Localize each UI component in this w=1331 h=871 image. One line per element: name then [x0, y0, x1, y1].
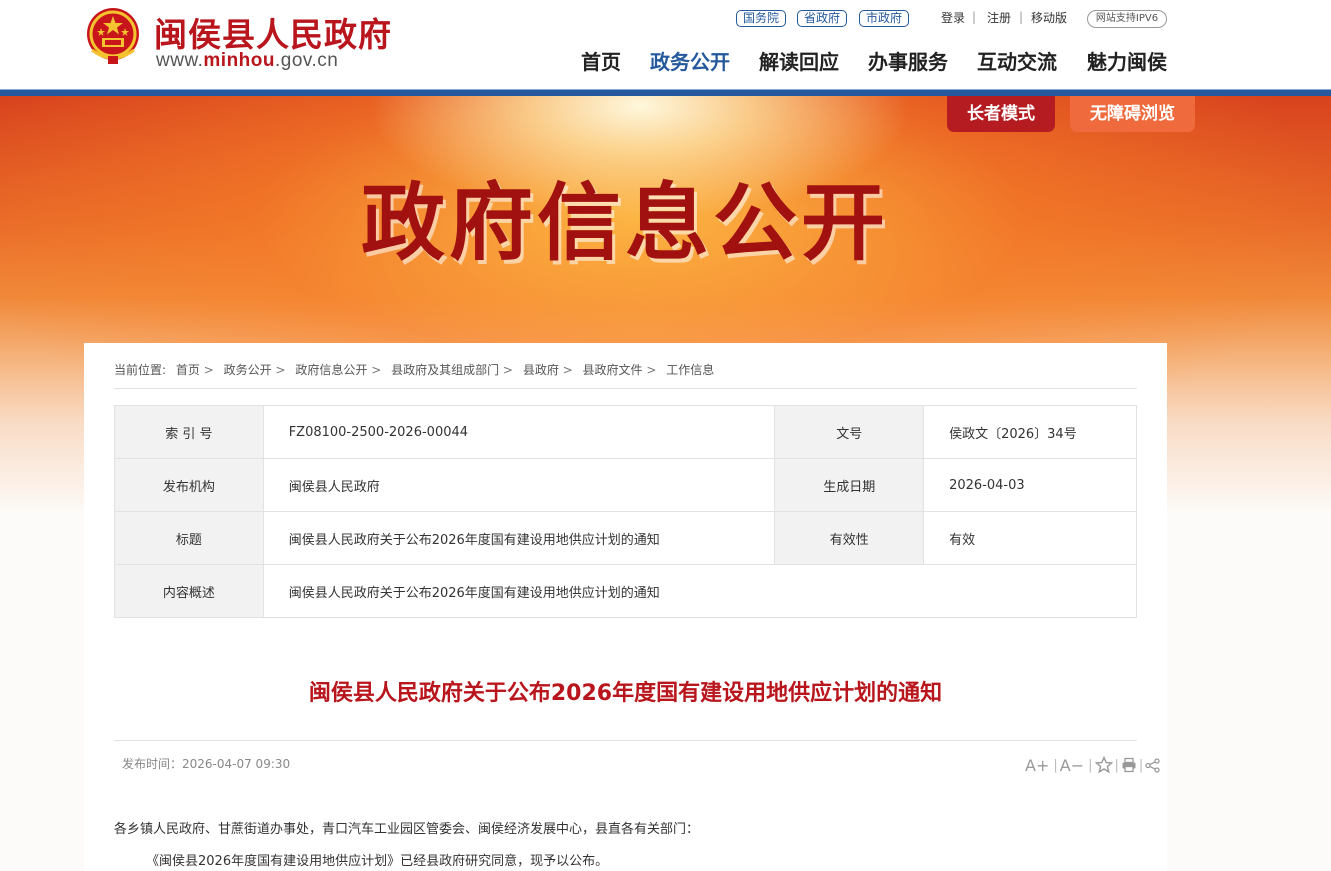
publish-time: 发布时间：2026-04-07 09:30 — [122, 757, 291, 771]
link-separator: | — [972, 10, 977, 24]
mobile-version-link[interactable]: 移动版 — [1031, 10, 1067, 26]
index-no-value: FZ08100-2500-2026-00044 — [262, 405, 776, 459]
nav-interpretation[interactable]: 解读回应 — [759, 46, 839, 75]
register-link[interactable]: 注册 — [987, 10, 1011, 26]
summary-label: 内容概述 — [114, 564, 264, 618]
title-divider — [114, 740, 1137, 741]
elder-mode-button[interactable]: 长者模式 — [947, 96, 1055, 132]
nav-charm-minhou[interactable]: 魅力闽侯 — [1087, 46, 1167, 75]
nav-government-affairs[interactable]: 政务公开 — [650, 46, 730, 75]
title-label: 标题 — [114, 511, 264, 565]
title-value: 闽侯县人民政府关于公布2026年度国有建设用地供应计划的通知 — [262, 511, 776, 565]
article-paragraph: 各乡镇人民政府、甘蔗街道办事处，青口汽车工业园区管委会、闽侯经济发展中心，县直各… — [114, 822, 700, 837]
toolbar-separator: | — [1114, 757, 1119, 773]
validity-label: 有效性 — [774, 511, 925, 565]
toolbar-separator: | — [1138, 757, 1144, 773]
created-date-label: 生成日期 — [774, 458, 925, 512]
breadcrumb-separator: > — [502, 363, 513, 377]
table-row: 索 引 号 FZ08100-2500-2026-00044 文号 侯政文〔202… — [114, 405, 1137, 459]
city-gov-link[interactable]: 市政府 — [859, 10, 910, 27]
table-row: 发布机构 闽侯县人民政府 生成日期 2026-04-03 — [114, 458, 1137, 512]
site-url-highlight: minhou — [203, 50, 276, 71]
article-paragraph: 《闽侯县2026年度国有建设用地供应计划》已经县政府研究同意，现予以公布。 — [146, 854, 609, 869]
table-row: 内容概述 闽侯县人民政府关于公布2026年度国有建设用地供应计划的通知 — [114, 564, 1138, 618]
breadcrumb-departments[interactable]: 县政府及其组成部门 — [391, 363, 499, 377]
site-header: 闽侯县人民政府 www.minhou.gov.cn 国务院 省政府 市政府 登录… — [0, 0, 1331, 90]
breadcrumb-separator: > — [203, 363, 214, 377]
publisher-label: 发布机构 — [114, 458, 264, 512]
article-toolbar: A+ | A− | | | — [1025, 755, 1160, 775]
province-gov-link[interactable]: 省政府 — [797, 10, 848, 27]
font-decrease-button[interactable]: A− — [1060, 756, 1084, 775]
favorite-star-icon[interactable] — [1094, 756, 1113, 774]
summary-value: 闽侯县人民政府关于公布2026年度国有建设用地供应计划的通知 — [262, 564, 1138, 618]
validity-value: 有效 — [923, 511, 1137, 565]
created-date-value: 2026-04-03 — [923, 458, 1137, 512]
link-separator: | — [1019, 10, 1024, 24]
breadcrumb-prefix: 当前位置: — [114, 363, 167, 377]
font-increase-button[interactable]: A+ — [1025, 756, 1049, 775]
breadcrumb: 当前位置: 首页 > 政务公开 > 政府信息公开 > 县政府及其组成部门 > 县… — [114, 361, 714, 378]
nav-home[interactable]: 首页 — [581, 46, 621, 75]
breadcrumb-info-disclosure[interactable]: 政府信息公开 — [295, 363, 367, 377]
ipv6-badge: 网站支持IPV6 — [1087, 10, 1167, 28]
site-url-suffix: .gov.cn — [275, 50, 339, 71]
article-title: 闽侯县人民政府关于公布2026年度国有建设用地供应计划的通知 — [308, 681, 943, 706]
breadcrumb-separator: > — [371, 363, 382, 377]
toolbar-separator: | — [1088, 757, 1093, 773]
index-no-label: 索 引 号 — [114, 405, 264, 459]
login-link[interactable]: 登录 — [941, 10, 965, 26]
header-divider — [0, 89, 1331, 96]
nav-interaction[interactable]: 互动交流 — [977, 46, 1057, 75]
breadcrumb-separator: > — [562, 363, 573, 377]
document-meta-table: 索 引 号 FZ08100-2500-2026-00044 文号 侯政文〔202… — [114, 405, 1138, 618]
breadcrumb-divider — [114, 388, 1137, 389]
breadcrumb-work-info[interactable]: 工作信息 — [666, 363, 714, 377]
state-council-link[interactable]: 国务院 — [736, 10, 787, 27]
content-panel: 当前位置: 首页 > 政务公开 > 政府信息公开 > 县政府及其组成部门 > 县… — [84, 343, 1167, 871]
breadcrumb-government-affairs[interactable]: 政务公开 — [224, 363, 272, 377]
breadcrumb-separator: > — [275, 363, 286, 377]
doc-no-value: 侯政文〔2026〕34号 — [923, 405, 1137, 459]
print-icon[interactable] — [1121, 757, 1137, 773]
publisher-value: 闽侯县人民政府 — [262, 458, 776, 512]
doc-no-label: 文号 — [774, 405, 925, 459]
nav-services[interactable]: 办事服务 — [868, 46, 948, 75]
site-url-prefix: www. — [156, 50, 204, 71]
breadcrumb-county-gov[interactable]: 县政府 — [523, 363, 559, 377]
banner-title: 政府信息公开 — [360, 173, 889, 272]
accessible-browse-button[interactable]: 无障碍浏览 — [1070, 96, 1195, 132]
toolbar-separator: | — [1053, 757, 1058, 773]
table-row: 标题 闽侯县人民政府关于公布2026年度国有建设用地供应计划的通知 有效性 有效 — [114, 511, 1137, 565]
share-icon[interactable] — [1145, 757, 1160, 773]
site-url: www.minhou.gov.cn — [156, 50, 338, 72]
national-emblem-icon — [87, 8, 139, 64]
breadcrumb-home[interactable]: 首页 — [176, 363, 200, 377]
breadcrumb-separator: > — [646, 363, 657, 377]
breadcrumb-county-docs[interactable]: 县政府文件 — [583, 363, 643, 377]
site-name[interactable]: 闽侯县人民政府 — [154, 8, 392, 56]
